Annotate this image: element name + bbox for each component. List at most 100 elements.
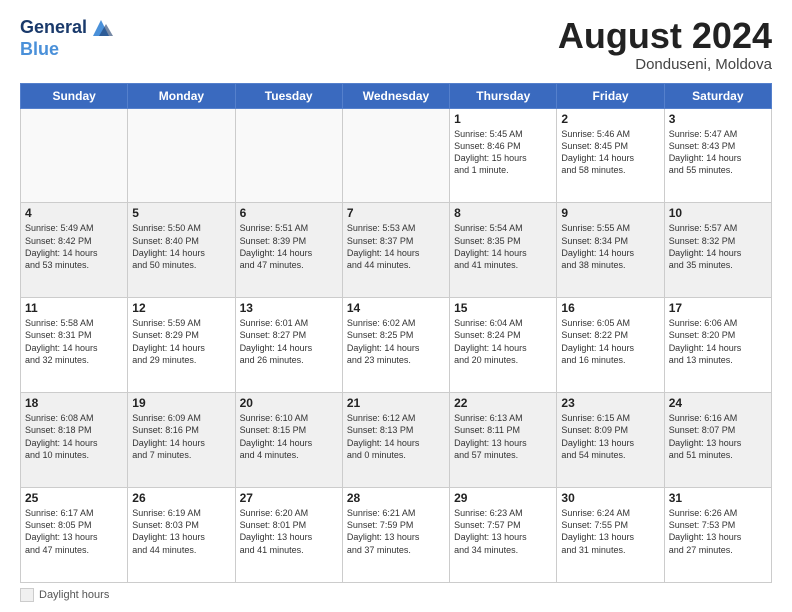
calendar-day-cell: 20 Sunrise: 6:10 AM Sunset: 8:15 PM Dayli…: [235, 393, 342, 488]
logo-text: General: [20, 18, 87, 38]
calendar-day-cell: 25 Sunrise: 6:17 AM Sunset: 8:05 PM Dayli…: [21, 488, 128, 583]
calendar-body: 1Sunrise: 5:45 AM Sunset: 8:46 PM Daylig…: [21, 108, 772, 582]
calendar-day-cell: 27 Sunrise: 6:20 AM Sunset: 8:01 PM Dayli…: [235, 488, 342, 583]
calendar-day-header: Thursday: [450, 83, 557, 108]
day-info: Sunrise: 6:06 AM Sunset: 8:20 PM Dayligh…: [669, 317, 767, 366]
day-info: Sunrise: 6:16 AM Sunset: 8:07 PM Dayligh…: [669, 412, 767, 461]
calendar-day-header: Tuesday: [235, 83, 342, 108]
day-number: 30: [561, 491, 659, 505]
day-info: Sunrise: 6:10 AM Sunset: 8:15 PM Dayligh…: [240, 412, 338, 461]
calendar-week-row: 25 Sunrise: 6:17 AM Sunset: 8:05 PM Dayli…: [21, 488, 772, 583]
calendar-day-cell: 29 Sunrise: 6:23 AM Sunset: 7:57 PM Dayli…: [450, 488, 557, 583]
day-number: 7: [347, 206, 445, 220]
calendar-week-row: 11 Sunrise: 5:58 AM Sunset: 8:31 PM Dayli…: [21, 298, 772, 393]
day-info: Sunrise: 6:09 AM Sunset: 8:16 PM Dayligh…: [132, 412, 230, 461]
calendar-day-cell: 1Sunrise: 5:45 AM Sunset: 8:46 PM Daylig…: [450, 108, 557, 203]
day-info: Sunrise: 6:20 AM Sunset: 8:01 PM Dayligh…: [240, 507, 338, 556]
calendar-day-cell: 6Sunrise: 5:51 AM Sunset: 8:39 PM Daylig…: [235, 203, 342, 298]
calendar-day-header: Wednesday: [342, 83, 449, 108]
calendar-table: SundayMondayTuesdayWednesdayThursdayFrid…: [20, 83, 772, 583]
day-info: Sunrise: 6:13 AM Sunset: 8:11 PM Dayligh…: [454, 412, 552, 461]
calendar-day-cell: 22 Sunrise: 6:13 AM Sunset: 8:11 PM Dayli…: [450, 393, 557, 488]
daylight-box: [20, 588, 34, 602]
day-info: Sunrise: 6:17 AM Sunset: 8:05 PM Dayligh…: [25, 507, 123, 556]
day-number: 13: [240, 301, 338, 315]
day-info: Sunrise: 5:49 AM Sunset: 8:42 PM Dayligh…: [25, 222, 123, 271]
calendar-day-cell: 3 Sunrise: 5:47 AM Sunset: 8:43 PM Daylig…: [664, 108, 771, 203]
calendar-day-header: Saturday: [664, 83, 771, 108]
day-info: Sunrise: 6:01 AM Sunset: 8:27 PM Dayligh…: [240, 317, 338, 366]
day-number: 3: [669, 112, 767, 126]
day-number: 1: [454, 112, 552, 126]
day-number: 12: [132, 301, 230, 315]
calendar-header-row: SundayMondayTuesdayWednesdayThursdayFrid…: [21, 83, 772, 108]
calendar-day-cell: [21, 108, 128, 203]
calendar-day-cell: 13 Sunrise: 6:01 AM Sunset: 8:27 PM Dayli…: [235, 298, 342, 393]
logo-icon: [89, 16, 113, 40]
calendar-week-row: 1Sunrise: 5:45 AM Sunset: 8:46 PM Daylig…: [21, 108, 772, 203]
calendar-day-cell: 2 Sunrise: 5:46 AM Sunset: 8:45 PM Daylig…: [557, 108, 664, 203]
day-number: 20: [240, 396, 338, 410]
day-number: 27: [240, 491, 338, 505]
calendar-week-row: 4Sunrise: 5:49 AM Sunset: 8:42 PM Daylig…: [21, 203, 772, 298]
logo: General Blue: [20, 16, 113, 60]
day-info: Sunrise: 5:55 AM Sunset: 8:34 PM Dayligh…: [561, 222, 659, 271]
calendar-day-cell: 10Sunrise: 5:57 AM Sunset: 8:32 PM Dayli…: [664, 203, 771, 298]
day-info: Sunrise: 6:12 AM Sunset: 8:13 PM Dayligh…: [347, 412, 445, 461]
calendar-day-cell: 21 Sunrise: 6:12 AM Sunset: 8:13 PM Dayli…: [342, 393, 449, 488]
day-info: Sunrise: 5:58 AM Sunset: 8:31 PM Dayligh…: [25, 317, 123, 366]
day-number: 11: [25, 301, 123, 315]
day-info: Sunrise: 5:59 AM Sunset: 8:29 PM Dayligh…: [132, 317, 230, 366]
day-number: 26: [132, 491, 230, 505]
day-info: Sunrise: 5:53 AM Sunset: 8:37 PM Dayligh…: [347, 222, 445, 271]
day-info: Sunrise: 5:54 AM Sunset: 8:35 PM Dayligh…: [454, 222, 552, 271]
calendar-day-cell: 11 Sunrise: 5:58 AM Sunset: 8:31 PM Dayli…: [21, 298, 128, 393]
day-number: 17: [669, 301, 767, 315]
day-number: 22: [454, 396, 552, 410]
calendar-day-cell: 31Sunrise: 6:26 AM Sunset: 7:53 PM Dayli…: [664, 488, 771, 583]
calendar-day-header: Sunday: [21, 83, 128, 108]
calendar-day-cell: 17 Sunrise: 6:06 AM Sunset: 8:20 PM Dayli…: [664, 298, 771, 393]
calendar-day-cell: 14Sunrise: 6:02 AM Sunset: 8:25 PM Dayli…: [342, 298, 449, 393]
calendar-day-cell: 26 Sunrise: 6:19 AM Sunset: 8:03 PM Dayli…: [128, 488, 235, 583]
calendar-day-cell: 23Sunrise: 6:15 AM Sunset: 8:09 PM Dayli…: [557, 393, 664, 488]
day-info: Sunrise: 5:47 AM Sunset: 8:43 PM Dayligh…: [669, 128, 767, 177]
day-info: Sunrise: 6:23 AM Sunset: 7:57 PM Dayligh…: [454, 507, 552, 556]
calendar-day-header: Monday: [128, 83, 235, 108]
day-number: 2: [561, 112, 659, 126]
day-number: 10: [669, 206, 767, 220]
day-number: 23: [561, 396, 659, 410]
day-number: 18: [25, 396, 123, 410]
day-number: 31: [669, 491, 767, 505]
logo-blue-text: Blue: [20, 39, 59, 59]
day-number: 25: [25, 491, 123, 505]
calendar-day-cell: 30Sunrise: 6:24 AM Sunset: 7:55 PM Dayli…: [557, 488, 664, 583]
day-info: Sunrise: 6:19 AM Sunset: 8:03 PM Dayligh…: [132, 507, 230, 556]
calendar-day-cell: 28 Sunrise: 6:21 AM Sunset: 7:59 PM Dayli…: [342, 488, 449, 583]
day-number: 15: [454, 301, 552, 315]
page: General Blue August 2024 Donduseni, Mold…: [0, 0, 792, 612]
day-number: 29: [454, 491, 552, 505]
day-number: 21: [347, 396, 445, 410]
title-block: August 2024 Donduseni, Moldova: [558, 16, 772, 73]
header: General Blue August 2024 Donduseni, Mold…: [20, 16, 772, 73]
day-number: 8: [454, 206, 552, 220]
calendar-day-cell: 24 Sunrise: 6:16 AM Sunset: 8:07 PM Dayli…: [664, 393, 771, 488]
day-number: 9: [561, 206, 659, 220]
footer: Daylight hours: [20, 588, 772, 602]
calendar-day-cell: 18Sunrise: 6:08 AM Sunset: 8:18 PM Dayli…: [21, 393, 128, 488]
calendar-day-cell: 16 Sunrise: 6:05 AM Sunset: 8:22 PM Dayli…: [557, 298, 664, 393]
day-info: Sunrise: 6:02 AM Sunset: 8:25 PM Dayligh…: [347, 317, 445, 366]
calendar-day-cell: 12 Sunrise: 5:59 AM Sunset: 8:29 PM Dayli…: [128, 298, 235, 393]
day-info: Sunrise: 6:21 AM Sunset: 7:59 PM Dayligh…: [347, 507, 445, 556]
calendar-day-cell: 5Sunrise: 5:50 AM Sunset: 8:40 PM Daylig…: [128, 203, 235, 298]
daylight-label: Daylight hours: [39, 589, 109, 601]
day-number: 16: [561, 301, 659, 315]
day-info: Sunrise: 5:46 AM Sunset: 8:45 PM Dayligh…: [561, 128, 659, 177]
day-info: Sunrise: 6:05 AM Sunset: 8:22 PM Dayligh…: [561, 317, 659, 366]
calendar-day-cell: [235, 108, 342, 203]
day-number: 28: [347, 491, 445, 505]
calendar-day-cell: 15Sunrise: 6:04 AM Sunset: 8:24 PM Dayli…: [450, 298, 557, 393]
calendar-day-cell: 9 Sunrise: 5:55 AM Sunset: 8:34 PM Daylig…: [557, 203, 664, 298]
day-number: 24: [669, 396, 767, 410]
